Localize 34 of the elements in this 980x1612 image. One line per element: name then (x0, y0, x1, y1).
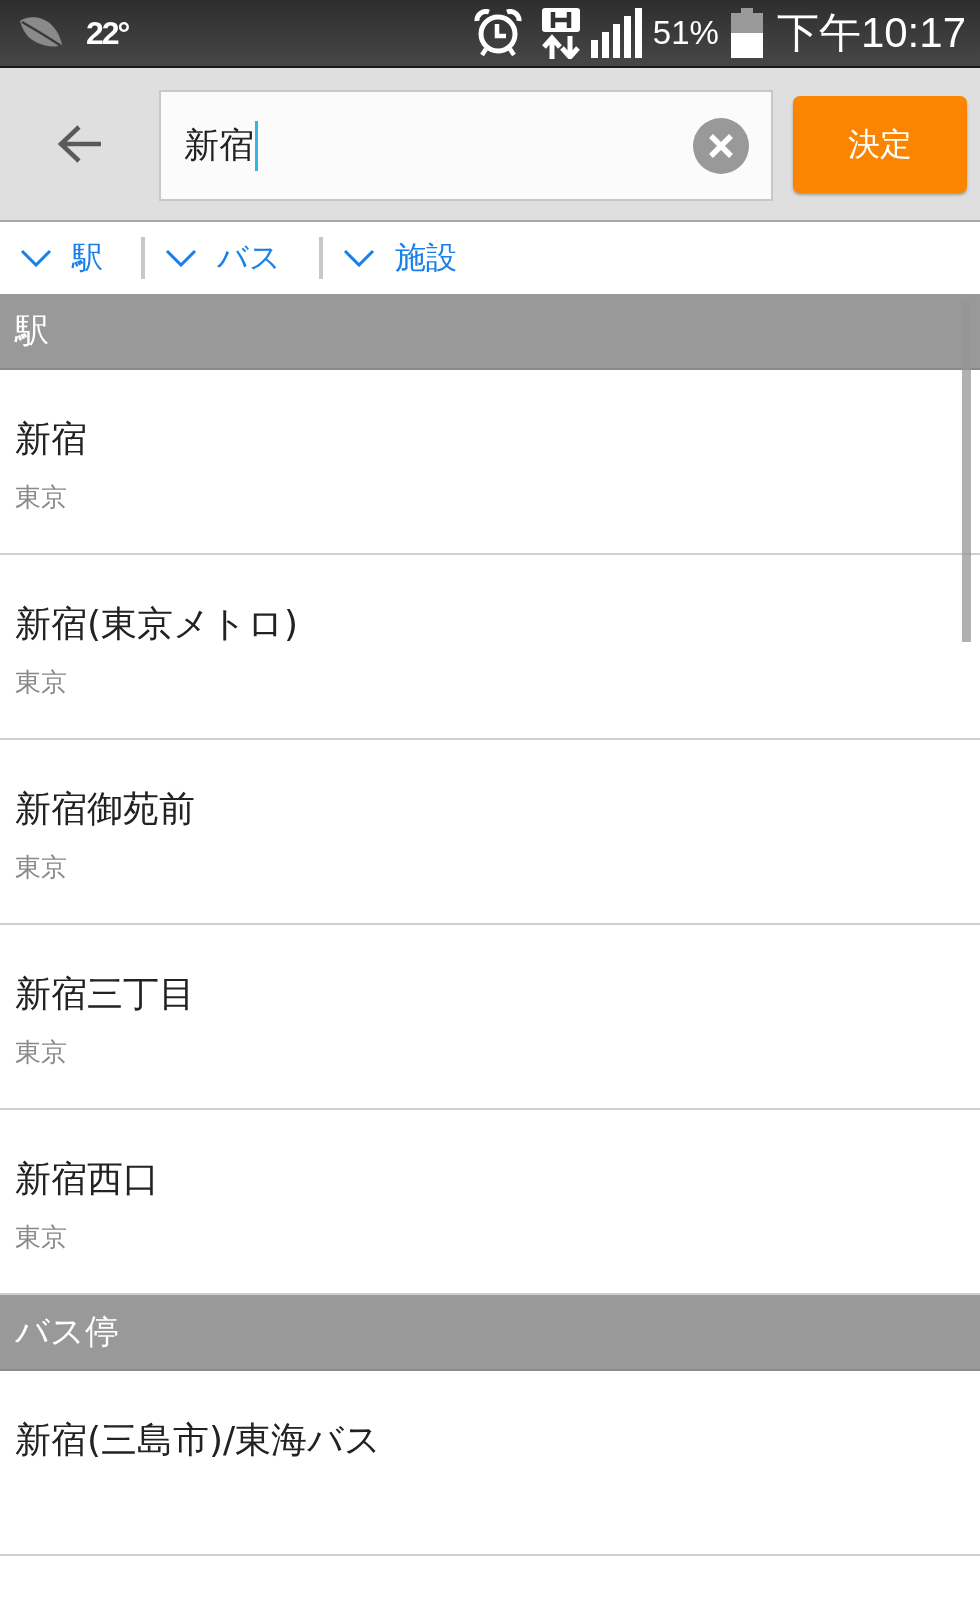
result-list-item[interactable]: 新宿(三島市)/東海バス (0, 1371, 980, 1556)
result-area: 東京 (15, 480, 67, 514)
back-arrow-icon[interactable] (56, 124, 103, 164)
result-name: 新宿御苑前 (15, 787, 195, 831)
result-name: 新宿 (15, 417, 87, 461)
section-header: 駅 (0, 294, 980, 370)
result-area: 東京 (15, 1035, 67, 1069)
chevron-down-icon (165, 249, 197, 267)
battery-icon (730, 8, 763, 58)
alarm-clock-icon (472, 9, 523, 57)
result-area: 東京 (15, 1220, 67, 1254)
filter-tab[interactable]: バス (145, 228, 319, 288)
chevron-down-icon (343, 249, 375, 267)
search-value: 新宿 (184, 128, 254, 163)
filter-tab[interactable]: 駅 (0, 228, 141, 288)
result-name: 新宿(東京メトロ) (15, 602, 299, 646)
h-data-arrows-icon (539, 7, 582, 59)
search-field[interactable]: 新宿 (159, 90, 773, 201)
result-name: 新宿西口 (15, 1157, 159, 1201)
temperature-text: 22° (86, 14, 129, 52)
signal-bars-icon (590, 8, 643, 58)
clear-icon[interactable] (693, 117, 749, 174)
result-list-item[interactable]: 新宿三丁目 東京 (0, 925, 980, 1110)
clock-time: 下午10:17 (776, 8, 966, 58)
text-cursor (255, 120, 258, 171)
result-name: 新宿(三島市)/東海バス (15, 1418, 382, 1462)
result-area: 東京 (15, 850, 67, 884)
result-name: 新宿三丁目 (15, 972, 195, 1016)
filter-tab[interactable]: 施設 (323, 228, 495, 288)
battery-percent-text: 51% (652, 14, 719, 52)
chevron-down-icon (20, 249, 52, 267)
result-list-item[interactable]: 新宿御苑前 東京 (0, 740, 980, 925)
result-area: 東京 (15, 665, 67, 699)
section-header: バス停 (0, 1295, 980, 1371)
